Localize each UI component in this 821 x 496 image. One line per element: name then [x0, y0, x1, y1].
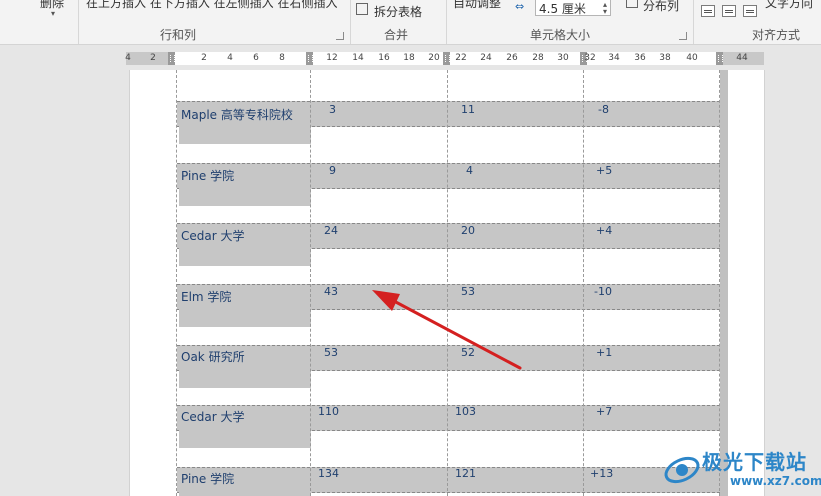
- arrow-shaft: [390, 298, 522, 370]
- watermark-url: www.xz7.com: [730, 474, 821, 488]
- annotation-arrow-icon: [372, 290, 522, 370]
- watermark: 极光下载站 www.xz7.com: [660, 440, 821, 496]
- arrow-head: [372, 290, 400, 311]
- watermark-logo-icon: [664, 456, 700, 484]
- watermark-title: 极光下载站: [702, 450, 807, 474]
